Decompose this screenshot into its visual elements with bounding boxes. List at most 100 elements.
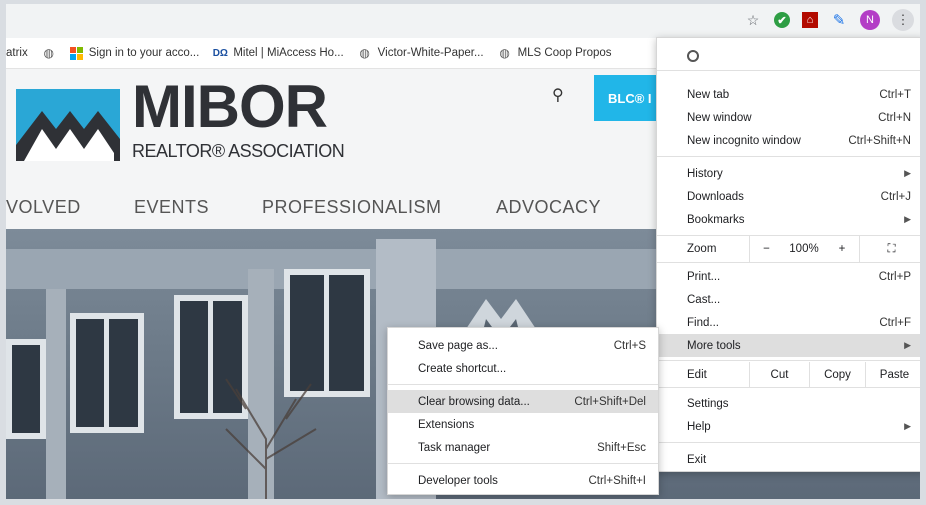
tree-silhouette bbox=[225, 378, 317, 499]
menu-item-clear-browsing-data[interactable]: Clear browsing data... Ctrl+Shift+Del bbox=[388, 390, 658, 413]
globe-icon: ◍ bbox=[359, 46, 370, 60]
menu-divider bbox=[657, 442, 920, 443]
bookmark-label: MLS Coop Propos bbox=[517, 47, 612, 59]
menu-shortcut: Ctrl+S bbox=[613, 339, 646, 352]
menu-item-downloads[interactable]: Downloads Ctrl+J bbox=[657, 185, 920, 208]
submenu-arrow-icon: ▶ bbox=[904, 214, 911, 224]
bookmark-item[interactable]: ◍ MLS Coop Propos bbox=[498, 46, 612, 60]
paste-button[interactable]: Paste bbox=[865, 362, 920, 387]
building-pillar bbox=[46, 289, 66, 499]
menu-item-extensions[interactable]: Extensions bbox=[388, 413, 658, 436]
mibor-logo-mark[interactable] bbox=[16, 89, 120, 161]
green-check-extension-icon[interactable]: ✔ bbox=[774, 12, 790, 28]
fullscreen-button[interactable]: ⛶ bbox=[859, 236, 920, 262]
menu-label: Bookmarks bbox=[687, 213, 745, 226]
menu-label: History bbox=[687, 167, 723, 180]
menu-item-more-tools[interactable]: More tools ▶ bbox=[657, 334, 920, 357]
search-icon[interactable]: ⚲ bbox=[552, 85, 564, 105]
menu-divider bbox=[657, 387, 920, 388]
menu-label: Developer tools bbox=[418, 474, 498, 487]
menu-item-developer-tools[interactable]: Developer tools Ctrl+Shift+I bbox=[388, 469, 658, 492]
menu-item-exit[interactable]: Exit bbox=[657, 448, 920, 471]
menu-item-new-tab[interactable]: New tab Ctrl+T bbox=[657, 83, 920, 106]
chrome-menu-button[interactable]: ⋮ bbox=[892, 9, 914, 31]
minus-icon: − bbox=[763, 243, 770, 255]
bookmark-item[interactable]: ◍ bbox=[42, 46, 56, 60]
bookmark-label: Sign in to your acco... bbox=[88, 47, 200, 59]
menu-divider bbox=[388, 463, 658, 464]
menu-item-find[interactable]: Find... Ctrl+F bbox=[657, 311, 920, 334]
logo-subtitle: REALTOR® ASSOCIATION bbox=[132, 141, 345, 161]
menu-item-new-incognito-window[interactable]: New incognito window Ctrl+Shift+N bbox=[657, 129, 920, 152]
plus-icon: + bbox=[838, 243, 846, 255]
menu-shortcut: Shift+Esc bbox=[597, 441, 646, 454]
pen-extension-icon[interactable]: ✎ bbox=[830, 11, 848, 29]
star-icon[interactable]: ☆ bbox=[744, 11, 762, 29]
logo-wordmark: MIBOR bbox=[132, 73, 328, 140]
menu-label: More tools bbox=[687, 339, 741, 352]
submenu-arrow-icon: ▶ bbox=[904, 168, 911, 178]
menu-label: Print... bbox=[687, 270, 721, 283]
menu-item-new-window[interactable]: New window Ctrl+N bbox=[657, 106, 920, 129]
submenu-arrow-icon: ▶ bbox=[904, 340, 911, 350]
menu-label: New tab bbox=[687, 88, 730, 101]
nav-item-advocacy[interactable]: ADVOCACY bbox=[496, 197, 601, 218]
bookmark-label: atrix bbox=[6, 47, 28, 59]
nav-item-professionalism[interactable]: PROFESSIONALISM bbox=[262, 197, 442, 218]
menu-shortcut: Ctrl+Shift+N bbox=[848, 134, 911, 147]
rooftops-icon bbox=[16, 111, 120, 161]
edit-label: Edit bbox=[687, 368, 707, 381]
bookmark-item[interactable]: ◍ Victor-White-Paper... bbox=[358, 46, 484, 60]
nav-item-involved[interactable]: VOLVED bbox=[6, 197, 81, 218]
menu-label: Find... bbox=[687, 316, 719, 329]
copy-button[interactable]: Copy bbox=[809, 362, 865, 387]
menu-item-cast[interactable]: Cast... bbox=[657, 288, 920, 311]
bookmark-label: Victor-White-Paper... bbox=[377, 47, 484, 59]
menu-item-history[interactable]: History ▶ bbox=[657, 162, 920, 185]
adobe-pdf-icon[interactable]: ⌂ bbox=[802, 12, 818, 28]
menu-shortcut: Ctrl+P bbox=[878, 270, 911, 283]
avatar-letter: N bbox=[866, 14, 874, 26]
profile-avatar[interactable]: N bbox=[860, 10, 880, 30]
menu-item-print[interactable]: Print... Ctrl+P bbox=[657, 265, 920, 288]
menu-zoom-row: Zoom − 100% + ⛶ bbox=[657, 236, 920, 262]
paste-label: Paste bbox=[879, 368, 910, 381]
chrome-main-menu: New tab Ctrl+T New window Ctrl+N New incog… bbox=[656, 37, 920, 472]
cut-button[interactable]: Cut bbox=[749, 362, 809, 387]
zoom-out-button[interactable]: − bbox=[749, 236, 783, 262]
browser-window: ☆ ✔ ⌂ ✎ N ⋮ atrix ◍ Sign in to your acco… bbox=[0, 0, 926, 505]
bookmark-item[interactable]: DΩ Mitel | MiAccess Ho... bbox=[212, 46, 344, 60]
menu-edit-row: Edit Cut Copy Paste bbox=[657, 362, 920, 387]
mitel-icon: DΩ bbox=[212, 47, 228, 59]
menu-label: Clear browsing data... bbox=[418, 395, 530, 408]
menu-label: New incognito window bbox=[687, 134, 801, 147]
menu-item-help[interactable]: Help ▶ bbox=[657, 415, 920, 438]
menu-shortcut: Ctrl+Shift+I bbox=[588, 474, 646, 487]
zoom-in-button[interactable]: + bbox=[825, 236, 859, 262]
menu-divider bbox=[657, 360, 920, 361]
menu-label: New window bbox=[687, 111, 752, 124]
menu-label: Help bbox=[687, 420, 711, 433]
menu-label: Save page as... bbox=[418, 339, 498, 352]
menu-item-bookmarks[interactable]: Bookmarks ▶ bbox=[657, 208, 920, 231]
menu-divider bbox=[388, 384, 658, 385]
menu-divider bbox=[657, 262, 920, 263]
menu-label: Cast... bbox=[687, 293, 721, 306]
menu-item-create-shortcut[interactable]: Create shortcut... bbox=[388, 357, 658, 380]
menu-item-settings[interactable]: Settings bbox=[657, 392, 920, 415]
bookmark-item[interactable]: atrix bbox=[6, 47, 28, 59]
copy-label: Copy bbox=[824, 368, 851, 381]
menu-divider bbox=[657, 156, 920, 157]
menu-item-task-manager[interactable]: Task manager Shift+Esc bbox=[388, 436, 658, 459]
menu-shortcut: Ctrl+Shift+Del bbox=[574, 395, 646, 408]
menu-item-save-page[interactable]: Save page as... Ctrl+S bbox=[388, 334, 658, 357]
nav-item-events[interactable]: EVENTS bbox=[134, 197, 209, 218]
bookmark-item[interactable]: Sign in to your acco... bbox=[69, 46, 200, 60]
menu-shortcut: Ctrl+F bbox=[879, 316, 911, 329]
zoom-level: 100% bbox=[783, 236, 825, 262]
bookmark-label: Mitel | MiAccess Ho... bbox=[233, 47, 344, 59]
menu-shortcut: Ctrl+N bbox=[878, 111, 911, 124]
blc-button[interactable]: BLC® I bbox=[594, 75, 660, 121]
menu-label: Exit bbox=[687, 453, 707, 466]
browser-toolbar: ☆ ✔ ⌂ ✎ N ⋮ bbox=[6, 4, 920, 38]
